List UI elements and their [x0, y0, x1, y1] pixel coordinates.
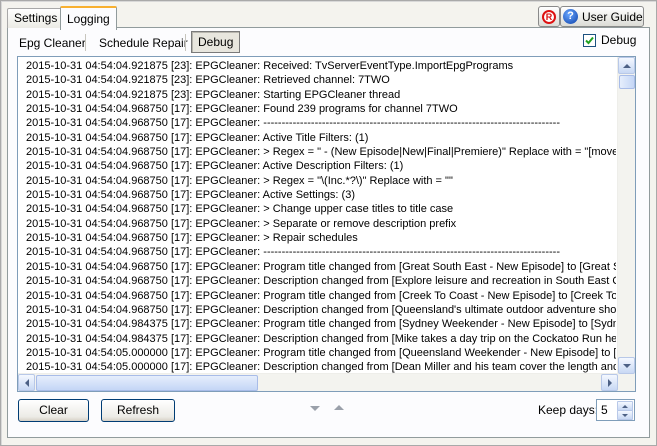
log-line: 2015-10-31 04:54:04.968750 [17]: EPGClea… — [26, 289, 616, 302]
keep-days-value[interactable]: 5 — [601, 403, 608, 417]
arrow-right-icon — [607, 378, 612, 387]
log-line: 2015-10-31 04:54:04.968750 [17]: EPGClea… — [26, 103, 458, 116]
log-line: 2015-10-31 04:54:04.921875 [23]: EPGClea… — [26, 74, 390, 87]
scroll-right-button[interactable] — [601, 374, 618, 391]
debug-checkbox-label: Debug — [601, 33, 637, 47]
arrow-down-icon — [622, 363, 631, 368]
log-line: 2015-10-31 04:54:05.000000 [17]: EPGClea… — [26, 346, 616, 359]
log-line: 2015-10-31 04:54:04.968750 [17]: EPGClea… — [26, 160, 404, 173]
arrow-left-icon — [24, 378, 29, 387]
log-line: 2015-10-31 04:54:04.968750 [17]: EPGClea… — [26, 217, 457, 230]
keep-days-label: Keep days: — [538, 403, 599, 417]
registered-icon: R — [542, 9, 556, 24]
debug-checkbox[interactable] — [583, 34, 596, 47]
log-line: 2015-10-31 04:54:04.984375 [17]: EPGClea… — [26, 318, 616, 331]
toolbar-separator — [185, 34, 186, 51]
scroll-left-button[interactable] — [18, 374, 35, 391]
scrollbar-corner — [618, 374, 635, 391]
horizontal-scrollbar[interactable] — [18, 373, 618, 391]
log-line: 2015-10-31 04:54:04.968750 [17]: EPGClea… — [26, 131, 369, 144]
log-line: 2015-10-31 04:54:04.968750 [17]: EPGClea… — [26, 117, 560, 130]
log-line: 2015-10-31 04:54:04.968750 [17]: EPGClea… — [26, 174, 453, 187]
register-button[interactable]: R — [538, 6, 560, 27]
stepper-down-button[interactable] — [617, 410, 633, 420]
log-window: Settings Logging R ? User Guide Epg Clea… — [0, 0, 657, 446]
keep-days-stepper[interactable]: 5 — [596, 399, 635, 421]
log-line: 2015-10-31 04:54:04.968750 [17]: EPGClea… — [26, 246, 560, 259]
sort-descending-icon[interactable] — [310, 406, 320, 411]
sort-ascending-icon[interactable] — [334, 405, 344, 410]
help-icon: ? — [563, 9, 578, 24]
log-line: 2015-10-31 04:54:04.968750 [17]: EPGClea… — [26, 203, 454, 216]
log-textbox[interactable]: 2015-10-31 04:54:04.921875 [23]: EPGClea… — [17, 56, 636, 392]
scroll-down-button[interactable] — [618, 357, 635, 374]
log-lines: 2015-10-31 04:54:04.921875 [23]: EPGClea… — [26, 59, 616, 373]
tab-logging[interactable]: Logging — [60, 6, 117, 30]
arrow-up-icon — [622, 404, 628, 408]
scroll-up-button[interactable] — [618, 57, 635, 74]
clear-button[interactable]: Clear — [18, 399, 89, 422]
log-line: 2015-10-31 04:54:04.984375 [17]: EPGClea… — [26, 332, 616, 345]
log-line: 2015-10-31 04:54:04.921875 [23]: EPGClea… — [26, 88, 401, 101]
debug-filter-button[interactable]: Debug — [191, 31, 241, 53]
log-line: 2015-10-31 04:54:04.968750 [17]: EPGClea… — [26, 232, 358, 245]
arrow-up-icon — [622, 63, 631, 68]
log-line: 2015-10-31 04:54:04.921875 [23]: EPGClea… — [26, 60, 514, 72]
user-guide-button[interactable]: ? User Guide — [560, 6, 644, 27]
log-line: 2015-10-31 04:54:04.968750 [17]: EPGClea… — [26, 260, 616, 273]
user-guide-label: User Guide — [582, 9, 643, 24]
tab-settings[interactable]: Settings — [7, 8, 65, 28]
log-line: 2015-10-31 04:54:05.000000 [17]: EPGClea… — [26, 361, 616, 373]
horizontal-scroll-thumb[interactable] — [36, 375, 258, 391]
check-icon — [585, 36, 594, 45]
epg-cleaner-button[interactable]: Epg Cleaner — [13, 32, 92, 54]
log-line: 2015-10-31 04:54:04.968750 [17]: EPGClea… — [26, 146, 616, 159]
log-line: 2015-10-31 04:54:04.968750 [17]: EPGClea… — [26, 189, 355, 202]
schedule-repair-button[interactable]: Schedule Repair — [93, 32, 194, 54]
toolbar-separator — [85, 34, 86, 51]
vertical-scrollbar[interactable] — [617, 57, 635, 374]
log-line: 2015-10-31 04:54:04.968750 [17]: EPGClea… — [26, 303, 616, 316]
refresh-button[interactable]: Refresh — [101, 399, 175, 422]
log-line: 2015-10-31 04:54:04.968750 [17]: EPGClea… — [26, 275, 616, 288]
vertical-scroll-thumb[interactable] — [619, 75, 635, 89]
arrow-down-icon — [622, 413, 628, 417]
